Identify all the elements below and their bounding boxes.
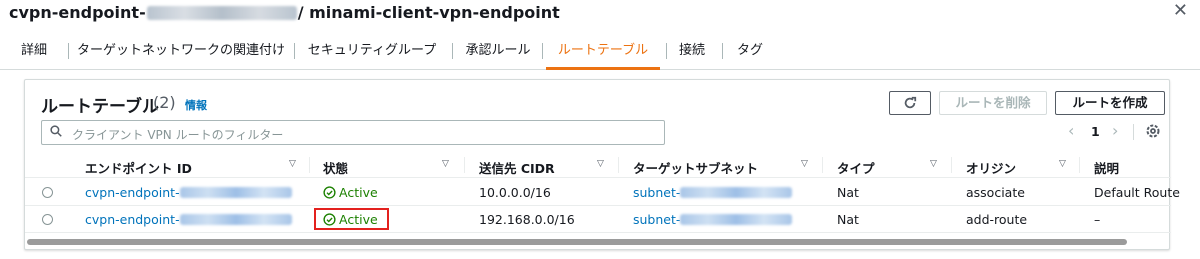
column-target-subnet[interactable]: ターゲットサブネット [633, 158, 758, 177]
subnet-link[interactable]: subnet- [633, 185, 793, 200]
title-suffix: / minami-client-vpn-endpoint [297, 3, 560, 22]
column-description: 説明 [1094, 161, 1120, 176]
table-row[interactable]: cvpn-endpoint- Active 10.0.0.0/16 subnet… [25, 179, 1180, 206]
sort-icon[interactable]: ▽ [597, 159, 604, 169]
tab-route-table[interactable]: ルートテーブル [546, 38, 660, 70]
status-text: Active [339, 185, 378, 200]
column-status[interactable]: 状態 [323, 158, 348, 177]
sort-icon[interactable]: ▽ [442, 159, 449, 169]
tab-bar: 詳細 ターゲットネットワークの関連付け セキュリティグループ 承認ルール ルート… [0, 38, 1200, 70]
column-divider [618, 157, 619, 173]
delete-route-button[interactable]: ルートを削除 [939, 91, 1047, 115]
route-table-panel: ルートテーブル (2) 情報 ルートを削除 ルートを作成 クライアント VPN … [24, 79, 1180, 250]
redacted-endpoint-id [179, 187, 292, 198]
search-icon [50, 125, 62, 137]
destination-cidr: 10.0.0.0/16 [479, 185, 551, 200]
table-header: エンドポイント ID ▽ 状態 ▽ 送信先 CIDR ▽ ターゲットサブネット … [25, 152, 1171, 178]
column-divider [1079, 157, 1080, 173]
tab-divider [452, 43, 453, 59]
page-title: cvpn-endpoint- / minami-client-vpn-endpo… [9, 3, 560, 22]
gear-icon[interactable] [1145, 123, 1161, 139]
redacted-subnet-id [680, 187, 793, 198]
status-badge: Active [323, 185, 378, 200]
route-origin: add-route [966, 212, 1028, 227]
tab-tags[interactable]: タグ [734, 38, 766, 70]
sort-icon[interactable]: ▽ [1059, 159, 1066, 169]
column-origin[interactable]: オリジン [966, 158, 1016, 177]
column-divider [951, 157, 952, 173]
route-description: Default Route [1094, 185, 1180, 200]
tab-security-groups[interactable]: セキュリティグループ [304, 38, 440, 70]
status-badge: Active [323, 212, 378, 227]
status-text: Active [339, 212, 378, 227]
redacted-subnet-id [680, 214, 793, 225]
title-prefix: cvpn-endpoint- [9, 3, 146, 22]
column-divider [464, 157, 465, 173]
endpoint-id-prefix: cvpn-endpoint- [85, 212, 180, 227]
pager-divider [1133, 124, 1134, 140]
subnet-prefix: subnet- [633, 185, 681, 200]
tab-divider [722, 43, 723, 59]
route-count: (2) [153, 93, 176, 112]
row-select-radio[interactable] [42, 187, 53, 198]
horizontal-scrollbar[interactable] [27, 239, 1127, 245]
column-type[interactable]: タイプ [837, 158, 875, 177]
table-row[interactable]: cvpn-endpoint- Active 192.168.0.0/16 sub… [25, 206, 1171, 233]
tab-target-network[interactable]: ターゲットネットワークの関連付け [76, 38, 286, 70]
chevron-left-icon[interactable]: ‹ [1068, 121, 1074, 140]
page-number[interactable]: 1 [1091, 124, 1100, 139]
sort-icon[interactable]: ▽ [930, 159, 937, 169]
subnet-prefix: subnet- [633, 212, 681, 227]
chevron-right-icon[interactable]: › [1112, 121, 1118, 140]
tab-divider [666, 43, 667, 59]
column-divider [822, 157, 823, 173]
refresh-button[interactable] [889, 91, 931, 115]
column-divider [309, 157, 310, 173]
route-description: – [1094, 212, 1101, 227]
column-endpoint-id[interactable]: エンドポイント ID [85, 158, 192, 177]
tab-connections[interactable]: 接続 [674, 38, 710, 70]
create-route-button[interactable]: ルートを作成 [1055, 91, 1165, 115]
redacted-endpoint-id [179, 214, 292, 225]
search-placeholder: クライアント VPN ルートのフィルター [72, 128, 284, 142]
modal-header: cvpn-endpoint- / minami-client-vpn-endpo… [0, 0, 1200, 28]
destination-cidr: 192.168.0.0/16 [479, 212, 575, 227]
row-select-radio[interactable] [42, 214, 53, 225]
close-icon[interactable]: ✕ [1173, 2, 1188, 20]
tab-details[interactable]: 詳細 [14, 38, 54, 70]
route-type: Nat [837, 185, 859, 200]
refresh-icon [904, 96, 917, 109]
subnet-link[interactable]: subnet- [633, 212, 793, 227]
check-circle-icon [323, 213, 336, 226]
route-type: Nat [837, 212, 859, 227]
sort-icon[interactable]: ▽ [289, 159, 296, 169]
tab-divider [294, 43, 295, 59]
sort-icon[interactable]: ▽ [801, 159, 808, 169]
endpoint-id-link[interactable]: cvpn-endpoint- [85, 185, 292, 200]
column-destination-cidr[interactable]: 送信先 CIDR [479, 158, 555, 177]
tab-divider [68, 43, 69, 59]
endpoint-id-link[interactable]: cvpn-endpoint- [85, 212, 292, 227]
panel-title: ルートテーブル [41, 97, 159, 117]
route-origin: associate [966, 185, 1025, 200]
search-input[interactable]: クライアント VPN ルートのフィルター [41, 120, 665, 145]
info-link[interactable]: 情報 [185, 97, 207, 113]
tab-divider [542, 43, 543, 59]
tab-authorization-rules[interactable]: 承認ルール [460, 38, 536, 70]
redacted-endpoint-id [146, 5, 297, 20]
endpoint-id-prefix: cvpn-endpoint- [85, 185, 180, 200]
check-circle-icon [323, 186, 336, 199]
